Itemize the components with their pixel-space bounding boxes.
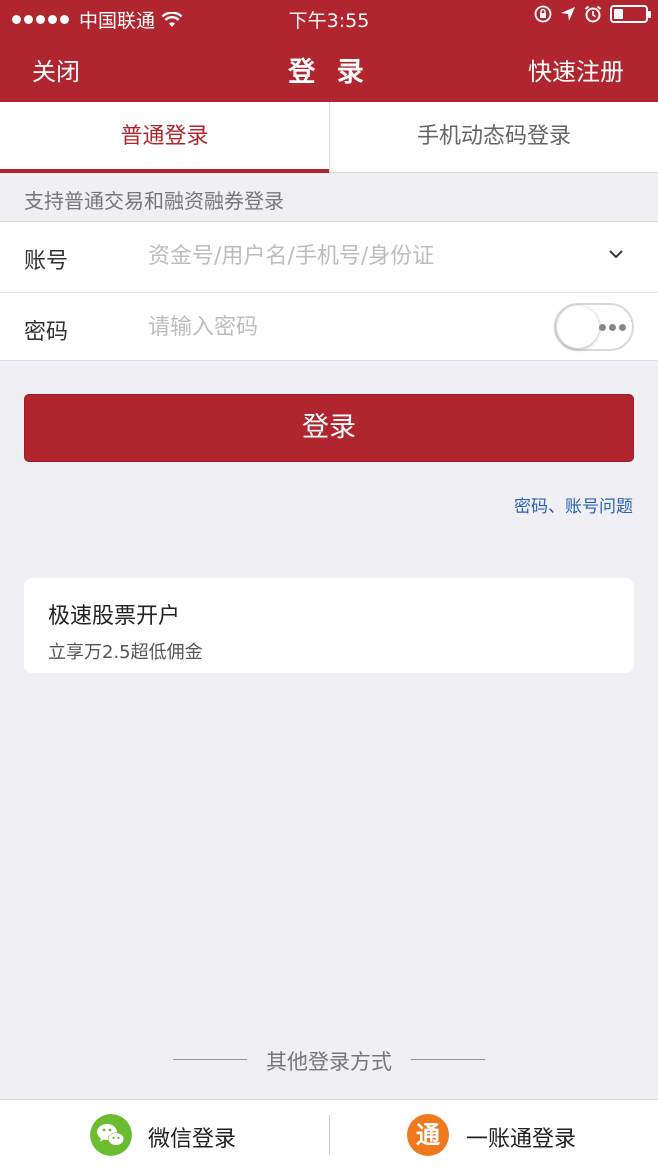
password-visibility-toggle[interactable] bbox=[554, 303, 634, 351]
account-help-link[interactable]: 密码、账号问题 bbox=[514, 492, 633, 517]
login-button[interactable]: 登录 bbox=[24, 394, 634, 462]
password-row: 密码 bbox=[0, 292, 658, 362]
account-input[interactable] bbox=[148, 236, 568, 276]
divider-line-right bbox=[411, 1059, 485, 1060]
more-dots-icon bbox=[599, 324, 626, 331]
account-label: 账号 bbox=[24, 249, 69, 274]
promo-title: 极速股票开户 bbox=[48, 604, 181, 629]
password-label: 密码 bbox=[24, 320, 69, 345]
location-arrow-icon bbox=[561, 7, 575, 21]
chevron-down-icon[interactable] bbox=[608, 246, 624, 262]
bottom-login-bar: 微信登录 通 一账通登录 bbox=[0, 1099, 658, 1170]
other-login-heading: 其他登录方式 bbox=[266, 1050, 392, 1074]
promo-card[interactable]: 极速股票开户 立享万2.5超低佣金 bbox=[24, 578, 634, 673]
tab-normal-login[interactable]: 普通登录 bbox=[0, 102, 329, 173]
password-input[interactable] bbox=[148, 307, 568, 347]
wechat-login-label: 微信登录 bbox=[148, 1127, 237, 1152]
status-right bbox=[534, 5, 651, 23]
account-row: 账号 bbox=[0, 222, 658, 292]
quick-register-button[interactable]: 快速注册 bbox=[528, 52, 624, 87]
alarm-icon bbox=[584, 5, 602, 23]
toggle-knob bbox=[557, 306, 599, 348]
other-login-heading-row: 其他登录方式 bbox=[0, 1046, 658, 1076]
yizhangtong-login-button[interactable]: 通 一账通登录 bbox=[329, 1100, 658, 1170]
tab-sms-login[interactable]: 手机动态码登录 bbox=[329, 102, 658, 172]
yizhangtong-icon: 通 bbox=[407, 1114, 449, 1156]
login-hint: 支持普通交易和融资融券登录 bbox=[24, 189, 284, 213]
rotation-lock-icon bbox=[534, 5, 552, 23]
status-bar: 中国联通 下午3:55 bbox=[0, 0, 658, 34]
wechat-icon bbox=[90, 1114, 132, 1156]
top-bar: 中国联通 下午3:55 关闭 登 录 快速注册 bbox=[0, 0, 658, 102]
divider-line-left bbox=[173, 1059, 247, 1060]
login-form: 账号 密码 bbox=[0, 221, 658, 361]
yizhangtong-login-label: 一账通登录 bbox=[466, 1127, 577, 1152]
promo-subtitle: 立享万2.5超低佣金 bbox=[48, 642, 203, 663]
login-tabs: 普通登录 手机动态码登录 bbox=[0, 102, 658, 173]
wechat-login-button[interactable]: 微信登录 bbox=[0, 1100, 329, 1170]
battery-icon bbox=[610, 5, 651, 23]
nav-bar: 关闭 登 录 快速注册 bbox=[0, 34, 658, 102]
